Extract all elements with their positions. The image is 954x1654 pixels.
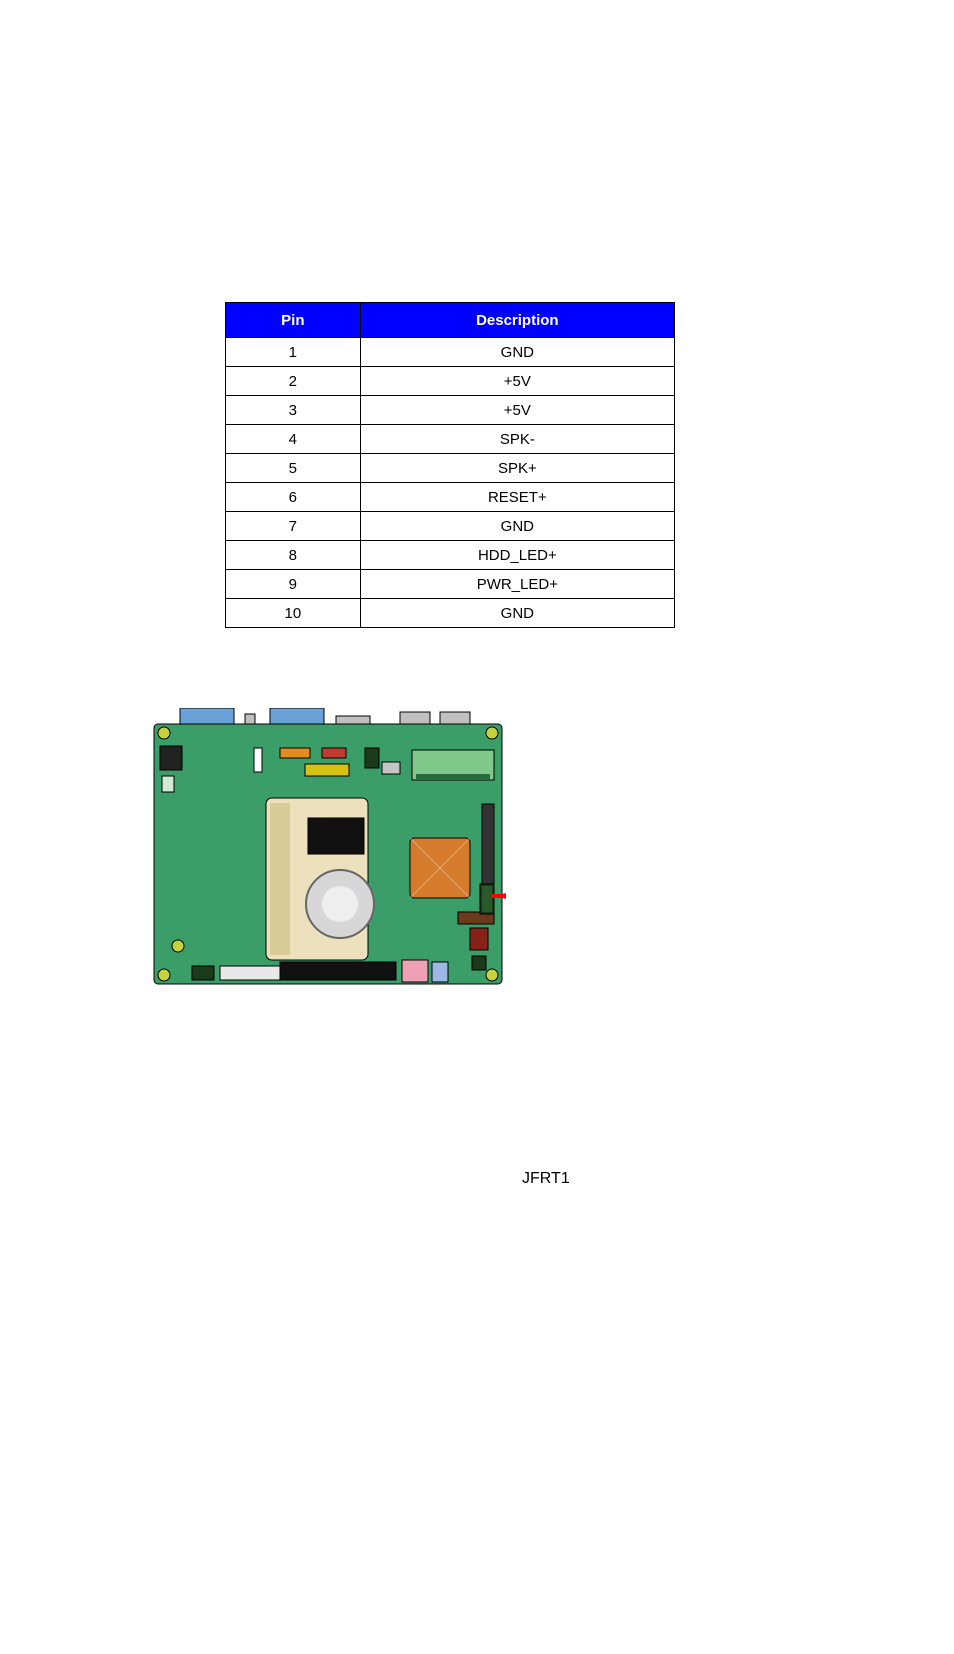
cell-pin: 2	[226, 367, 361, 396]
cell-desc: GND	[360, 338, 674, 367]
cell-desc: GND	[360, 512, 674, 541]
col-header-desc: Description	[360, 303, 674, 338]
cell-pin: 4	[226, 425, 361, 454]
board-callout-label: JFRT1	[522, 1170, 570, 1188]
cell-desc: RESET+	[360, 483, 674, 512]
cell-pin: 3	[226, 396, 361, 425]
table-row: 6RESET+	[226, 483, 675, 512]
table-row: 3+5V	[226, 396, 675, 425]
cell-pin: 1	[226, 338, 361, 367]
cell-desc: SPK+	[360, 454, 674, 483]
table-row: 1GND	[226, 338, 675, 367]
table-row: 9PWR_LED+	[226, 570, 675, 599]
cell-desc: +5V	[360, 396, 674, 425]
cell-pin: 8	[226, 541, 361, 570]
table-row: 7GND	[226, 512, 675, 541]
cell-pin: 6	[226, 483, 361, 512]
cell-pin: 7	[226, 512, 361, 541]
cell-pin: 10	[226, 599, 361, 628]
cell-desc: +5V	[360, 367, 674, 396]
cell-pin: 9	[226, 570, 361, 599]
cell-desc: SPK-	[360, 425, 674, 454]
cell-pin: 5	[226, 454, 361, 483]
board-diagram	[150, 708, 506, 989]
table-row: 2+5V	[226, 367, 675, 396]
pin-description-table: Pin Description 1GND 2+5V 3+5V 4SPK- 5SP…	[225, 302, 675, 628]
table-row: 5SPK+	[226, 454, 675, 483]
cell-desc: GND	[360, 599, 674, 628]
table-row: 10GND	[226, 599, 675, 628]
col-header-pin: Pin	[226, 303, 361, 338]
cell-desc: HDD_LED+	[360, 541, 674, 570]
table-row: 8HDD_LED+	[226, 541, 675, 570]
table-row: 4SPK-	[226, 425, 675, 454]
cell-desc: PWR_LED+	[360, 570, 674, 599]
